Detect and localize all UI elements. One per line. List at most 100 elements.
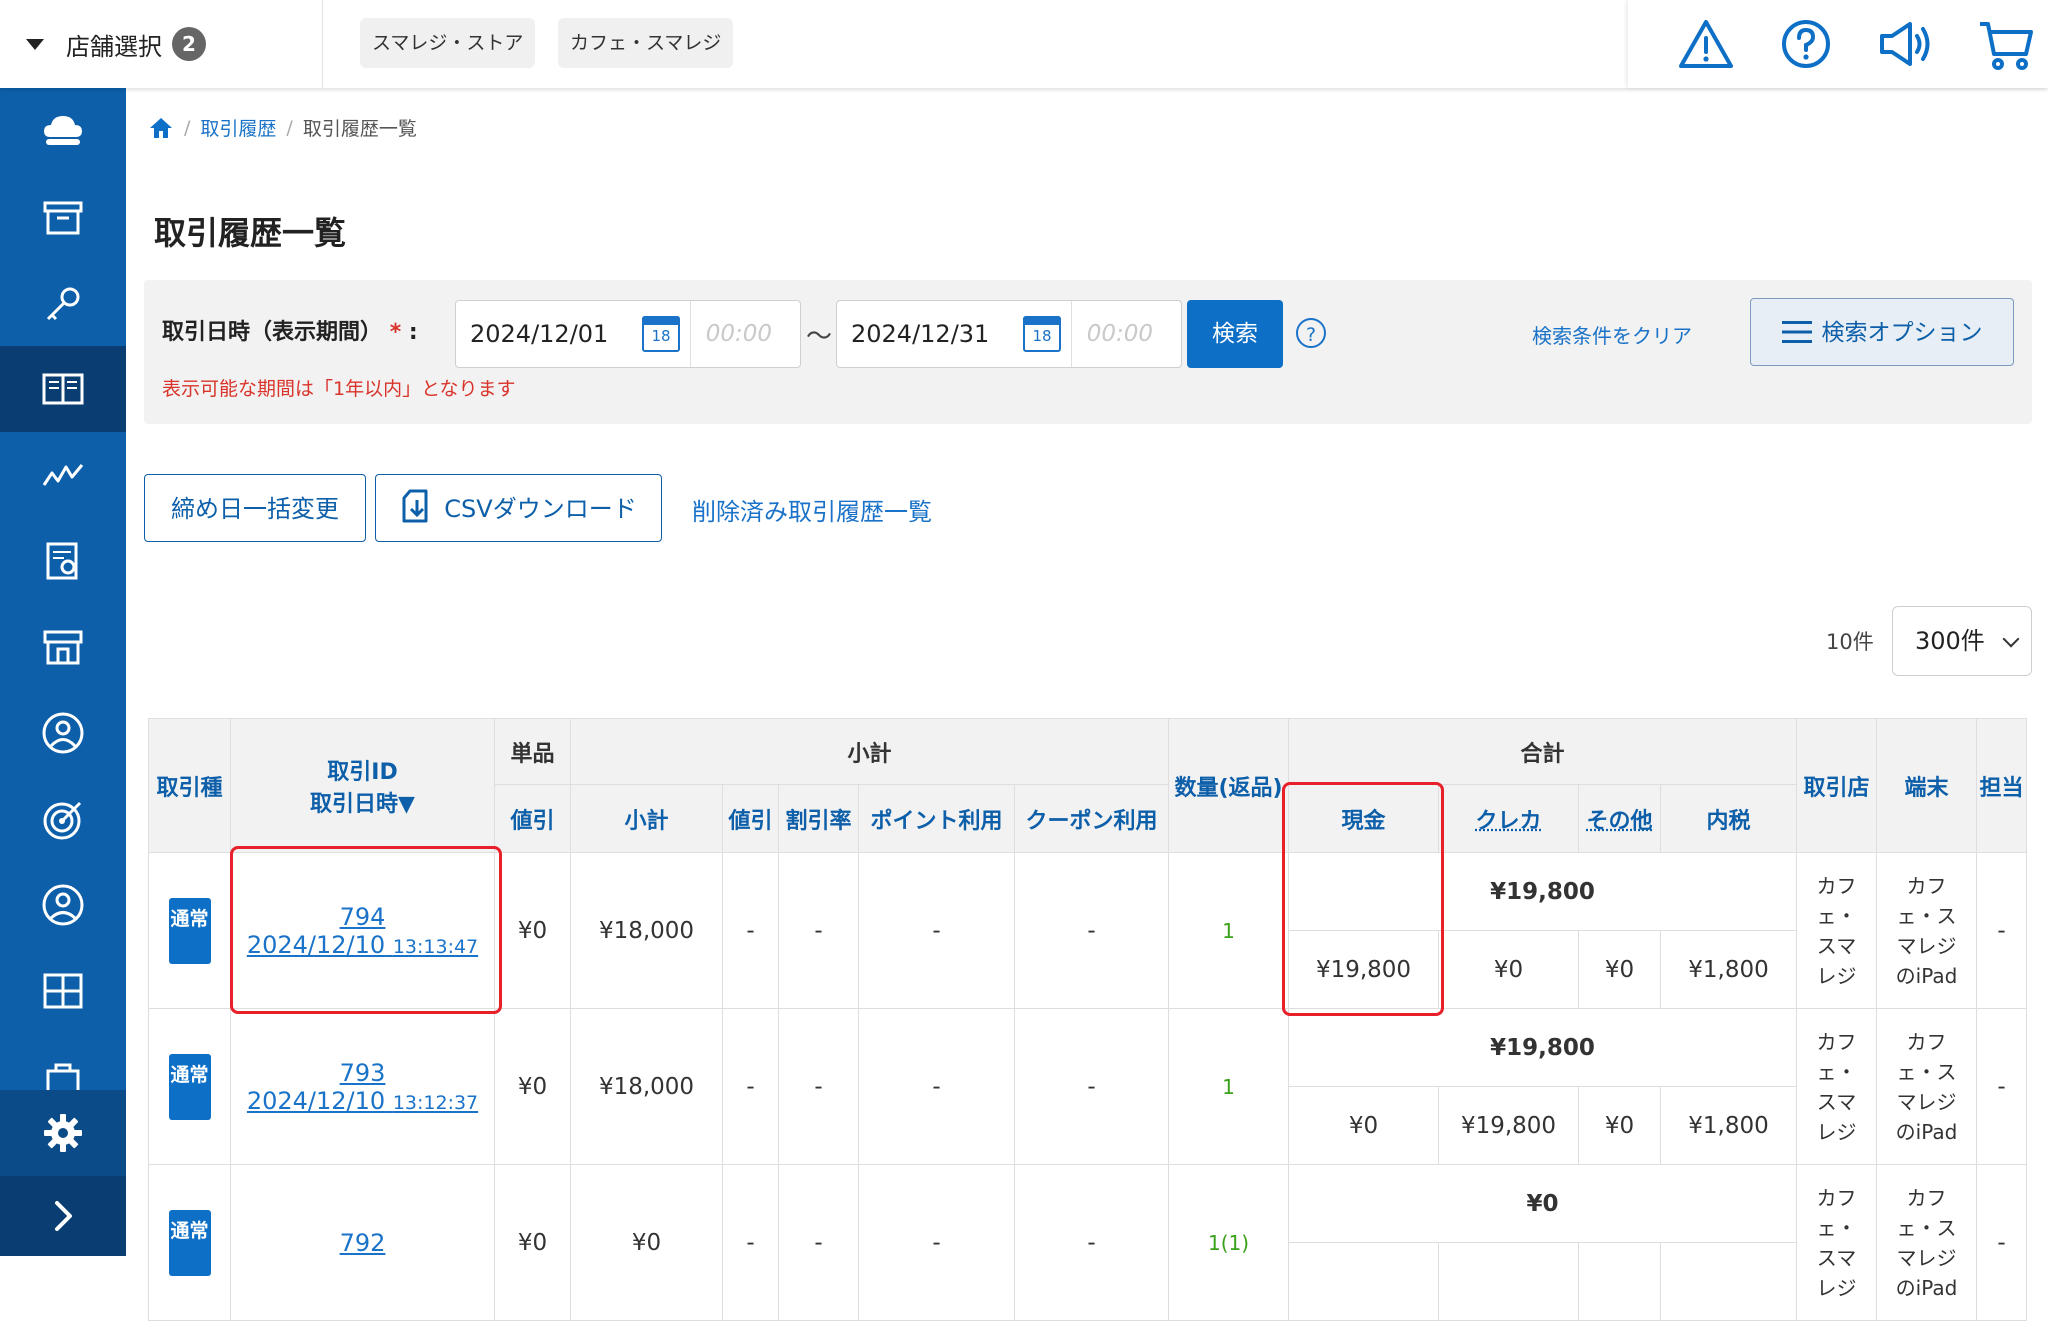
dropdown-triangle-icon (26, 38, 44, 50)
start-time-placeholder[interactable]: 00:00 (706, 301, 772, 367)
header-id-date[interactable]: 取引ID 取引日時▼ (230, 718, 495, 853)
alert-icon[interactable] (1676, 14, 1736, 74)
clear-conditions-link[interactable]: 検索条件をクリア (1532, 320, 1692, 349)
kind-cell: 通常 (148, 1164, 231, 1321)
sidebar-item-stores[interactable] (0, 604, 126, 690)
header-coupon[interactable]: クーポン利用 (1014, 784, 1169, 853)
top-bar: 店舗選択 2 スマレジ・ストア カフェ・スマレジ (0, 0, 2048, 88)
qty-cell: 1 (1168, 852, 1289, 1009)
credit-cell: ¥19,800 (1438, 1086, 1579, 1165)
table-row[interactable]: 通常 792 ¥0 ¥0 - - - - 1(1) ¥0 カフェ・スマレジ カフ… (148, 1164, 2027, 1321)
kind-badge: 通常 (168, 1053, 211, 1120)
header-credit[interactable]: クレカ (1438, 784, 1579, 853)
help-icon[interactable] (1776, 14, 1836, 74)
header-discount[interactable]: 値引 (722, 784, 779, 853)
qty-cell: 1 (1168, 1008, 1289, 1165)
start-date-value[interactable]: 2024/12/01 (470, 301, 608, 367)
header-unit-discount[interactable]: 値引 (494, 784, 571, 853)
per-page-select[interactable]: 300件 (1892, 606, 2032, 676)
search-button[interactable]: 検索 (1187, 300, 1283, 368)
terminal-cell: カフェ・スマレジのiPad (1876, 1008, 1977, 1165)
help-icon[interactable]: ? (1296, 318, 1326, 348)
header-terminal[interactable]: 端末 (1876, 718, 1977, 853)
coupon-cell: - (1014, 1164, 1169, 1321)
end-date-field[interactable]: 2024/12/31 18 00:00 (836, 300, 1182, 368)
sidebar-item-transactions[interactable] (0, 346, 126, 432)
sidebar-item-apps[interactable] (0, 948, 126, 1034)
unit-discount-cell: ¥0 (494, 1164, 571, 1321)
transaction-time: 13:12:37 (392, 1091, 479, 1114)
member-icon (42, 884, 84, 926)
report-icon (46, 542, 78, 580)
calendar-icon[interactable]: 18 (1023, 316, 1061, 352)
store-chip[interactable]: カフェ・スマレジ (558, 18, 734, 68)
sidebar-item-marketing[interactable] (0, 776, 126, 862)
transaction-id-link[interactable]: 793 (340, 1059, 386, 1087)
coupon-cell: - (1014, 852, 1169, 1009)
store-count-badge: 2 (172, 27, 206, 61)
header-kind[interactable]: 取引種 (148, 718, 231, 853)
chevron-down-icon (2002, 630, 2020, 648)
highlight-cash-column (1282, 782, 1444, 1016)
store-icon (43, 630, 83, 665)
store-chip[interactable]: スマレジ・ストア (360, 18, 536, 68)
header-store[interactable]: 取引店 (1796, 718, 1877, 853)
home-icon[interactable] (148, 116, 174, 140)
kind-badge: 通常 (168, 1209, 211, 1276)
header-tax[interactable]: 内税 (1660, 784, 1797, 853)
sidebar-item-settings-key[interactable] (0, 260, 126, 346)
header-point[interactable]: ポイント利用 (858, 784, 1015, 853)
end-date-value[interactable]: 2024/12/31 (851, 301, 989, 367)
calendar-icon[interactable]: 18 (642, 316, 680, 352)
announcement-icon[interactable] (1876, 14, 1936, 74)
bulk-close-date-button[interactable]: 締め日一括変更 (144, 474, 366, 542)
filter-label: 取引日時（表示期間） * : (162, 314, 418, 346)
search-options-button[interactable]: 検索オプション (1750, 298, 2014, 366)
total-cell: ¥0 (1288, 1164, 1797, 1243)
user-icon (42, 712, 84, 754)
sidebar-expand-button[interactable] (0, 1176, 126, 1256)
transaction-date-link[interactable]: 2024/12/10 13:12:37 (247, 1087, 478, 1115)
sidebar-bottom (0, 1090, 126, 1256)
kind-text: 通常 (170, 907, 209, 930)
settings-icon (44, 1114, 82, 1152)
discount-rate-cell: - (778, 852, 859, 1009)
store-cell: カフェ・スマレジ (1796, 1008, 1877, 1165)
deleted-history-link[interactable]: 削除済み取引履歴一覧 (692, 492, 932, 527)
highlight-transaction-id (230, 846, 502, 1014)
end-time-placeholder[interactable]: 00:00 (1087, 301, 1153, 367)
required-mark: * (389, 320, 402, 345)
sidebar-item-analytics[interactable] (0, 432, 126, 518)
transaction-table: 取引種 取引ID 取引日時▼ 単品 小計 数量(返品) 合計 取引店 端末 担当 … (148, 718, 2027, 1321)
range-tilde: 〜 (806, 322, 833, 352)
qty-value: 1(1) (1207, 1230, 1250, 1255)
breadcrumb-link[interactable]: 取引履歴 (200, 114, 276, 141)
table-header-row: 取引種 取引ID 取引日時▼ 単品 小計 数量(返品) 合計 取引店 端末 担当 (148, 718, 2027, 853)
chevron-right-icon (55, 1201, 72, 1231)
per-page-value: 300件 (1915, 627, 1985, 655)
sidebar-item-customers[interactable] (0, 862, 126, 948)
header-other[interactable]: その他 (1578, 784, 1661, 853)
header-discount-rate[interactable]: 割引率 (778, 784, 859, 853)
kind-badge: 通常 (168, 897, 211, 964)
filter-panel: 取引日時（表示期間） * : 2024/12/01 18 00:00 〜 202… (144, 280, 2032, 424)
menu-icon (1781, 321, 1812, 343)
sidebar-item-dashboard[interactable] (0, 88, 126, 174)
discount-cell: - (722, 852, 779, 1009)
start-date-field[interactable]: 2024/12/01 18 00:00 (455, 300, 801, 368)
store-select[interactable]: 店舗選択 2 (26, 26, 206, 62)
sidebar-item-reports[interactable] (0, 518, 126, 604)
sidebar-settings-button[interactable] (0, 1090, 126, 1176)
sidebar-item-staff[interactable] (0, 690, 126, 776)
coupon-cell: - (1014, 1008, 1169, 1165)
header-qty[interactable]: 数量(返品) (1168, 718, 1289, 853)
transaction-id-link[interactable]: 792 (340, 1229, 386, 1257)
table-row[interactable]: 通常 793 2024/12/10 13:12:37 ¥0 ¥18,000 - -… (148, 1008, 2027, 1165)
header-subtotal[interactable]: 小計 (570, 784, 723, 853)
sidebar-item-products[interactable] (0, 174, 126, 260)
csv-download-button[interactable]: CSVダウンロード (375, 474, 662, 542)
kind-cell: 通常 (148, 852, 231, 1009)
header-staff[interactable]: 担当 (1976, 718, 2027, 853)
book-icon (42, 373, 84, 405)
cart-icon[interactable] (1976, 14, 2036, 74)
